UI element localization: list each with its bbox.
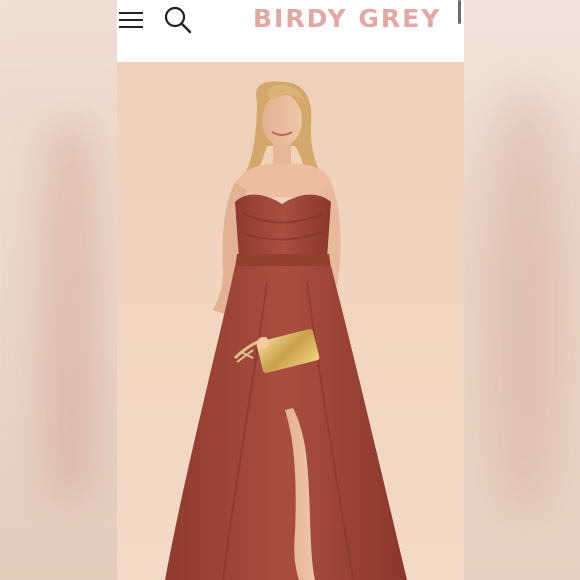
scrollbar[interactable] [458,0,461,24]
site-header: BIRDY GREY [117,0,464,62]
product-photo[interactable] [117,62,464,580]
model-illustration [117,62,464,580]
mobile-page: BIRDY GREY [117,0,464,580]
screenshot-stage: BIRDY GREY [0,0,580,580]
search-icon[interactable] [164,6,192,34]
hamburger-menu-icon[interactable] [119,10,143,30]
blurred-dress-right [490,90,560,510]
blurred-dress-left [40,120,100,500]
brand-logo[interactable]: BIRDY GREY [253,4,441,33]
